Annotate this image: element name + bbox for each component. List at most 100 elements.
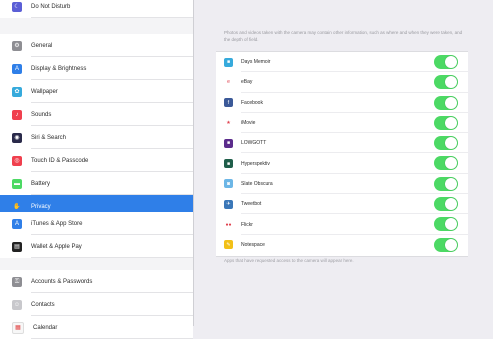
app-store-icon: A bbox=[12, 218, 22, 229]
apps-footer-note: Apps that have requested access to the c… bbox=[224, 258, 354, 263]
divider bbox=[31, 257, 193, 258]
flickr-icon: ●● bbox=[224, 220, 233, 230]
toggle-knob bbox=[445, 157, 457, 170]
toggle-knob bbox=[445, 137, 457, 150]
app-permission-row: e eBay bbox=[216, 72, 468, 93]
sidebar-item-itunes-app-store[interactable]: AiTunes & App Store bbox=[0, 212, 193, 235]
bird-icon: ✈ bbox=[224, 199, 233, 209]
fingerprint-icon: ◎ bbox=[12, 155, 22, 166]
camera-access-toggle[interactable] bbox=[434, 75, 458, 90]
siri-icon: ◉ bbox=[12, 132, 22, 143]
sidebar-item-general[interactable]: ⚙ General bbox=[0, 34, 193, 57]
sidebar-item-display-brightness[interactable]: A Display & Brightness bbox=[0, 57, 193, 80]
settings-sidebar: ☾ Do Not Disturb ⚙ General A Display & Brigh… bbox=[0, 0, 194, 339]
camera-access-toggle[interactable] bbox=[434, 156, 458, 171]
sidebar-item-label: Touch ID & Passcode bbox=[31, 157, 89, 164]
moon-icon: ☾ bbox=[12, 1, 22, 12]
sidebar-item-battery[interactable]: ▬ Battery bbox=[0, 172, 193, 195]
speaker-icon: ♪ bbox=[12, 109, 22, 120]
ebay-icon: e bbox=[224, 77, 233, 87]
app-permission-row: ◙ Slate Obscura bbox=[216, 174, 468, 195]
wallet-icon: ▤ bbox=[12, 241, 22, 252]
app-permission-row: ■ LOWGOTT bbox=[216, 133, 468, 154]
app-permission-row: f Facebook bbox=[216, 93, 468, 113]
app-name-label: Slate Obscura bbox=[241, 180, 273, 187]
app-permission-row: ●● Flickr bbox=[216, 214, 468, 235]
sidebar-group-accounts: ⚿ Accounts & Passwords ☺ Contacts ▦ Calendar bbox=[0, 270, 193, 339]
app-name-label: Days Memoir bbox=[241, 59, 271, 66]
sidebar-item-label: Wallet & Apple Pay bbox=[31, 243, 82, 250]
app-name-label: LOWGOTT bbox=[241, 140, 267, 147]
sidebar-item-label: General bbox=[31, 42, 53, 49]
divider bbox=[31, 17, 193, 18]
sidebar-group-system: ⚙ General A Display & Brightness ✿ Wallpaper ♪… bbox=[0, 34, 193, 218]
sidebar-item-wallpaper[interactable]: ✿ Wallpaper bbox=[0, 80, 193, 103]
key-icon: ⚿ bbox=[12, 276, 22, 287]
toggle-knob bbox=[445, 238, 457, 251]
app-permissions-list: ■ Days Memoir e eBay f Facebook ★ iMovie ■ LOWGOT… bbox=[216, 51, 468, 257]
camera-access-toggle[interactable] bbox=[434, 237, 458, 252]
toggle-knob bbox=[445, 218, 457, 231]
camera-access-toggle[interactable] bbox=[434, 115, 458, 130]
sidebar-item-label: Privacy bbox=[31, 203, 51, 210]
privacy-detail-pane: Photos and videos taken with the camera … bbox=[194, 0, 493, 326]
gear-icon: ⚙ bbox=[12, 40, 22, 51]
facebook-icon: f bbox=[224, 98, 233, 108]
camera-access-toggle[interactable] bbox=[434, 136, 458, 151]
app-permission-row: ■ Hyperspektiv bbox=[216, 153, 468, 174]
camera-access-toggle[interactable] bbox=[434, 197, 458, 212]
camera-icon: ◙ bbox=[224, 179, 233, 189]
sidebar-item-do-not-disturb[interactable]: ☾ Do Not Disturb bbox=[0, 0, 193, 18]
app-permission-row: ★ iMovie bbox=[216, 113, 468, 134]
app-icon: ■ bbox=[224, 57, 233, 67]
sidebar-item-calendar[interactable]: ▦ Calendar bbox=[0, 316, 193, 339]
sidebar-item-label: Wallpaper bbox=[31, 88, 58, 95]
app-name-label: Facebook bbox=[241, 99, 263, 106]
sidebar-group-top: ☾ Do Not Disturb bbox=[0, 0, 193, 18]
app-permission-row: ■ Days Memoir bbox=[216, 52, 468, 73]
app-icon: ■ bbox=[224, 159, 233, 169]
toggle-knob bbox=[445, 198, 457, 211]
sidebar-item-contacts[interactable]: ☺ Contacts bbox=[0, 293, 193, 316]
battery-icon: ▬ bbox=[12, 178, 22, 189]
sidebar-item-siri-search[interactable]: ◉ Siri & Search bbox=[0, 126, 193, 149]
toggle-knob bbox=[445, 177, 457, 190]
sidebar-item-label: Calendar bbox=[33, 324, 58, 331]
sidebar-item-wallet-apple-pay[interactable]: ▤ Wallet & Apple Pay bbox=[0, 235, 193, 258]
sidebar-item-label: Do Not Disturb bbox=[31, 3, 71, 10]
app-icon: ■ bbox=[224, 138, 233, 148]
app-name-label: Flickr bbox=[241, 221, 253, 228]
wallpaper-icon: ✿ bbox=[12, 86, 22, 97]
toggle-knob bbox=[445, 96, 457, 109]
calendar-icon: ▦ bbox=[12, 321, 24, 334]
sidebar-item-label: Accounts & Passwords bbox=[31, 278, 93, 285]
app-name-label: Hyperspektiv bbox=[241, 160, 270, 167]
sidebar-item-label: iTunes & App Store bbox=[31, 220, 83, 227]
star-icon: ★ bbox=[224, 118, 233, 128]
camera-access-toggle[interactable] bbox=[434, 55, 458, 69]
toggle-knob bbox=[445, 56, 457, 68]
app-permission-row: ✈ Tweetbot bbox=[216, 194, 468, 215]
sidebar-item-label: Display & Brightness bbox=[31, 65, 87, 72]
toggle-knob bbox=[445, 76, 457, 89]
app-permission-row: ✎ Notespace bbox=[216, 235, 468, 255]
toggle-knob bbox=[445, 116, 457, 129]
camera-access-toggle[interactable] bbox=[434, 95, 458, 110]
sidebar-item-label: Sounds bbox=[31, 111, 52, 118]
sidebar-item-accounts-passwords[interactable]: ⚿ Accounts & Passwords bbox=[0, 270, 193, 293]
app-name-label: iMovie bbox=[241, 120, 256, 127]
app-name-label: eBay bbox=[241, 79, 253, 86]
camera-access-toggle[interactable] bbox=[434, 217, 458, 232]
notes-icon: ✎ bbox=[224, 240, 233, 250]
contacts-icon: ☺ bbox=[12, 299, 22, 310]
privacy-info-note: Photos and videos taken with the camera … bbox=[224, 30, 463, 42]
sidebar-item-sounds[interactable]: ♪ Sounds bbox=[0, 103, 193, 126]
app-name-label: Tweetbot bbox=[241, 201, 262, 208]
camera-access-toggle[interactable] bbox=[434, 176, 458, 191]
sidebar-item-label: Battery bbox=[31, 180, 51, 187]
sidebar-group-store: AiTunes & App Store ▤ Wallet & Apple Pay bbox=[0, 212, 193, 258]
sidebar-item-touch-id-passcode[interactable]: ◎ Touch ID & Passcode bbox=[0, 149, 193, 172]
sidebar-item-label: Contacts bbox=[31, 301, 55, 308]
app-name-label: Notespace bbox=[241, 241, 265, 248]
sidebar-item-label: Siri & Search bbox=[31, 134, 67, 141]
